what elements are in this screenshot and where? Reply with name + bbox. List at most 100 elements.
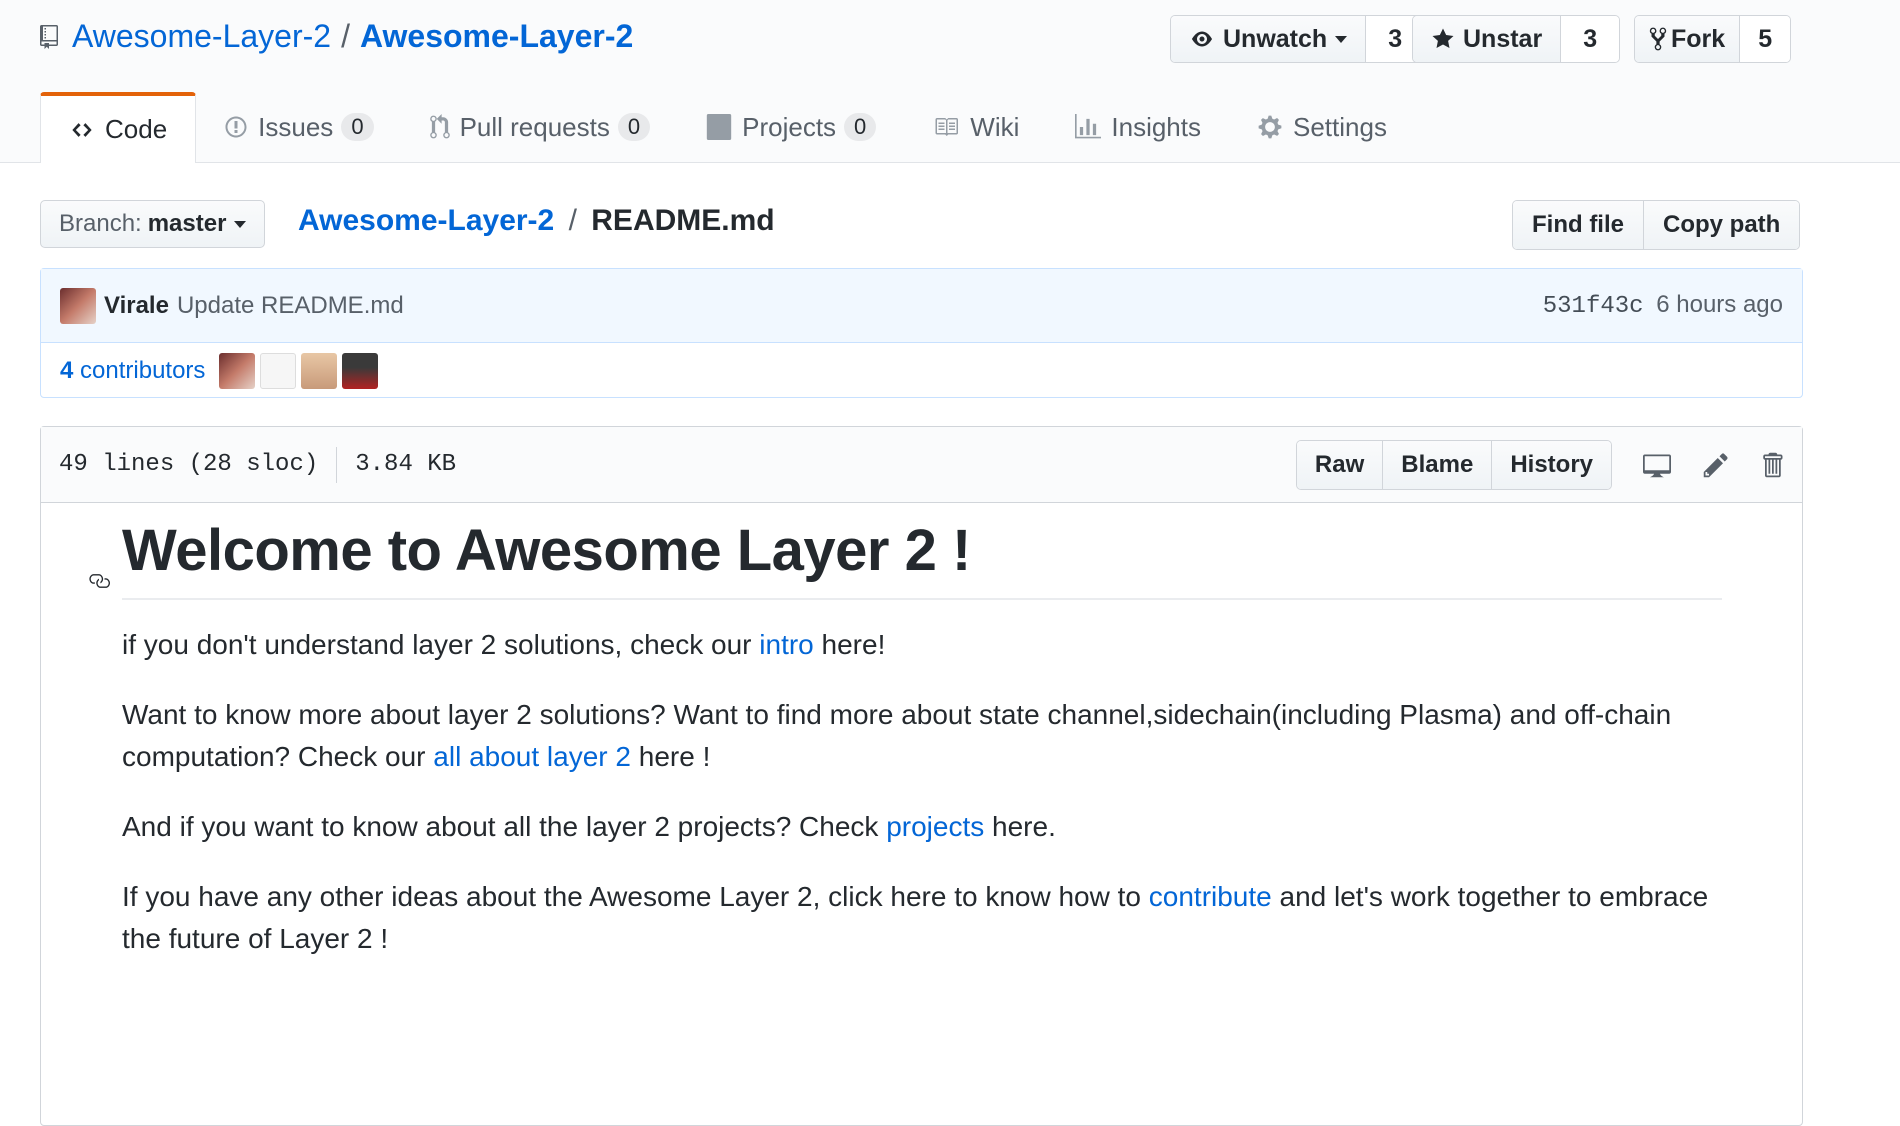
branch-name: master bbox=[147, 210, 227, 237]
pencil-icon[interactable] bbox=[1702, 451, 1730, 479]
repo-title: Awesome-Layer-2 / Awesome-Layer-2 bbox=[40, 18, 633, 55]
gear-icon bbox=[1257, 114, 1283, 140]
contributors-link[interactable]: 4 contributors bbox=[60, 357, 205, 385]
contributor-avatar[interactable] bbox=[301, 352, 338, 389]
p1-text-before: if you don't understand layer 2 solution… bbox=[122, 629, 760, 660]
readme-heading: Welcome to Awesome Layer 2 ! bbox=[89, 517, 1722, 600]
tab-insights-label: Insights bbox=[1111, 111, 1201, 142]
readme-paragraph: if you don't understand layer 2 solution… bbox=[122, 624, 1722, 666]
star-icon bbox=[1431, 27, 1455, 51]
p1-text-after: here! bbox=[813, 629, 886, 660]
tab-projects[interactable]: Projects 0 bbox=[678, 92, 904, 162]
p3-text-before: And if you want to know about all the la… bbox=[122, 811, 887, 842]
tab-wiki-label: Wiki bbox=[970, 111, 1020, 142]
intro-link[interactable]: intro bbox=[759, 629, 813, 660]
breadcrumb-repo-link[interactable]: Awesome-Layer-2 bbox=[298, 204, 554, 237]
branch-select-button[interactable]: Branch: master bbox=[40, 200, 266, 248]
file-lines-info: 49 lines (28 sloc) bbox=[59, 451, 319, 478]
star-group: Unstar 3 bbox=[1412, 15, 1621, 63]
breadcrumb-separator: / bbox=[568, 204, 577, 237]
all-about-layer-2-link[interactable]: all about layer 2 bbox=[433, 741, 631, 772]
tab-issues-label: Issues bbox=[258, 111, 334, 142]
chevron-down-icon bbox=[1335, 35, 1348, 43]
fork-group: Fork 5 bbox=[1634, 15, 1792, 63]
file-box: 49 lines (28 sloc) 3.84 KB Raw Blame His… bbox=[40, 426, 1803, 1126]
tab-wiki[interactable]: Wiki bbox=[904, 92, 1047, 162]
contributors-row: 4 contributors bbox=[41, 343, 1802, 398]
repo-owner-link[interactable]: Awesome-Layer-2 bbox=[72, 18, 331, 55]
git-pull-request-icon bbox=[429, 114, 450, 140]
raw-button[interactable]: Raw bbox=[1296, 440, 1383, 489]
trashcan-icon[interactable] bbox=[1760, 451, 1784, 479]
breadcrumb-file-name: README.md bbox=[591, 204, 775, 237]
commit-time: 6 hours ago bbox=[1656, 291, 1783, 318]
file-header: 49 lines (28 sloc) 3.84 KB Raw Blame His… bbox=[41, 427, 1802, 503]
readme-paragraph: If you have any other ideas about the Aw… bbox=[122, 876, 1722, 960]
unstar-button[interactable]: Unstar bbox=[1413, 16, 1562, 62]
repo-nav: Code Issues 0 Pull requests 0 Projects 0 bbox=[40, 92, 1415, 163]
file-actions: Raw Blame History bbox=[1295, 439, 1784, 490]
code-icon bbox=[69, 119, 95, 141]
p3-text-after: here. bbox=[984, 811, 1056, 842]
file-nav-buttons: Find file Copy path bbox=[1512, 200, 1801, 250]
issue-opened-icon bbox=[224, 115, 248, 139]
commit-message-link[interactable]: Update README.md bbox=[177, 292, 404, 320]
readme-paragraph: Want to know more about layer 2 solution… bbox=[122, 694, 1722, 778]
forks-count[interactable]: 5 bbox=[1740, 16, 1791, 62]
author-avatar[interactable] bbox=[60, 287, 96, 324]
fork-button[interactable]: Fork bbox=[1635, 16, 1741, 62]
repo-name-link[interactable]: Awesome-Layer-2 bbox=[360, 18, 633, 55]
copy-path-button[interactable]: Copy path bbox=[1643, 201, 1800, 249]
tab-pull-requests-label: Pull requests bbox=[459, 111, 610, 142]
p2-text-after: here ! bbox=[630, 741, 711, 772]
tab-code-label: Code bbox=[105, 114, 168, 144]
contribute-link[interactable]: contribute bbox=[1149, 881, 1272, 912]
branch-prefix: Branch: bbox=[59, 210, 142, 237]
blame-button[interactable]: Blame bbox=[1382, 440, 1492, 489]
repo-title-separator: / bbox=[341, 18, 350, 54]
p4-text-before: If you have any other ideas about the Aw… bbox=[122, 881, 1149, 912]
eye-icon bbox=[1189, 29, 1215, 49]
chevron-down-icon bbox=[234, 220, 247, 228]
project-icon bbox=[706, 114, 732, 140]
tab-pull-requests[interactable]: Pull requests 0 bbox=[402, 92, 679, 162]
commit-tease-box: Virale Update README.md 531f43c 6 hours … bbox=[40, 268, 1803, 398]
unstar-label: Unstar bbox=[1463, 24, 1543, 53]
find-file-button[interactable]: Find file bbox=[1513, 201, 1643, 249]
repo-header: Awesome-Layer-2 / Awesome-Layer-2 Unwatc… bbox=[0, 0, 1900, 163]
unwatch-label: Unwatch bbox=[1223, 24, 1328, 53]
file-size: 3.84 KB bbox=[355, 451, 457, 478]
link-icon[interactable] bbox=[84, 539, 114, 606]
commit-sha-link[interactable]: 531f43c bbox=[1543, 293, 1644, 320]
book-icon bbox=[932, 115, 960, 139]
tab-code[interactable]: Code bbox=[40, 92, 197, 163]
tab-insights[interactable]: Insights bbox=[1047, 92, 1229, 162]
repo-icon bbox=[40, 24, 58, 49]
graph-icon bbox=[1075, 114, 1102, 140]
unwatch-button[interactable]: Unwatch bbox=[1171, 16, 1367, 62]
file-view-buttons: Raw Blame History bbox=[1295, 439, 1612, 490]
repo-forked-icon bbox=[1649, 26, 1667, 52]
readme-content: Welcome to Awesome Layer 2 ! if you don'… bbox=[89, 517, 1722, 960]
contributor-avatar[interactable] bbox=[260, 352, 297, 389]
stargazers-count[interactable]: 3 bbox=[1561, 16, 1620, 62]
contributor-avatar[interactable] bbox=[342, 352, 379, 389]
readme-heading-text: Welcome to Awesome Layer 2 ! bbox=[122, 518, 971, 583]
fork-label: Fork bbox=[1671, 24, 1726, 53]
readme-paragraph: And if you want to know about all the la… bbox=[122, 806, 1722, 848]
projects-link[interactable]: projects bbox=[886, 811, 984, 842]
tab-issues[interactable]: Issues 0 bbox=[196, 92, 401, 162]
p2-text-before: Want to know more about layer 2 solution… bbox=[122, 699, 1672, 772]
file-info-divider bbox=[336, 446, 338, 483]
commit-author-link[interactable]: Virale bbox=[104, 292, 169, 320]
contributors-count: 4 bbox=[60, 356, 74, 384]
contributors-label: contributors bbox=[80, 356, 206, 384]
desktop-icon[interactable] bbox=[1642, 451, 1672, 479]
breadcrumb: Awesome-Layer-2 / README.md bbox=[298, 204, 775, 238]
tab-settings-label: Settings bbox=[1293, 111, 1387, 142]
history-button[interactable]: History bbox=[1491, 440, 1611, 489]
contributor-avatar[interactable] bbox=[219, 352, 256, 389]
contributor-avatars bbox=[219, 352, 383, 389]
tab-settings[interactable]: Settings bbox=[1229, 92, 1415, 162]
tab-projects-label: Projects bbox=[742, 111, 837, 142]
